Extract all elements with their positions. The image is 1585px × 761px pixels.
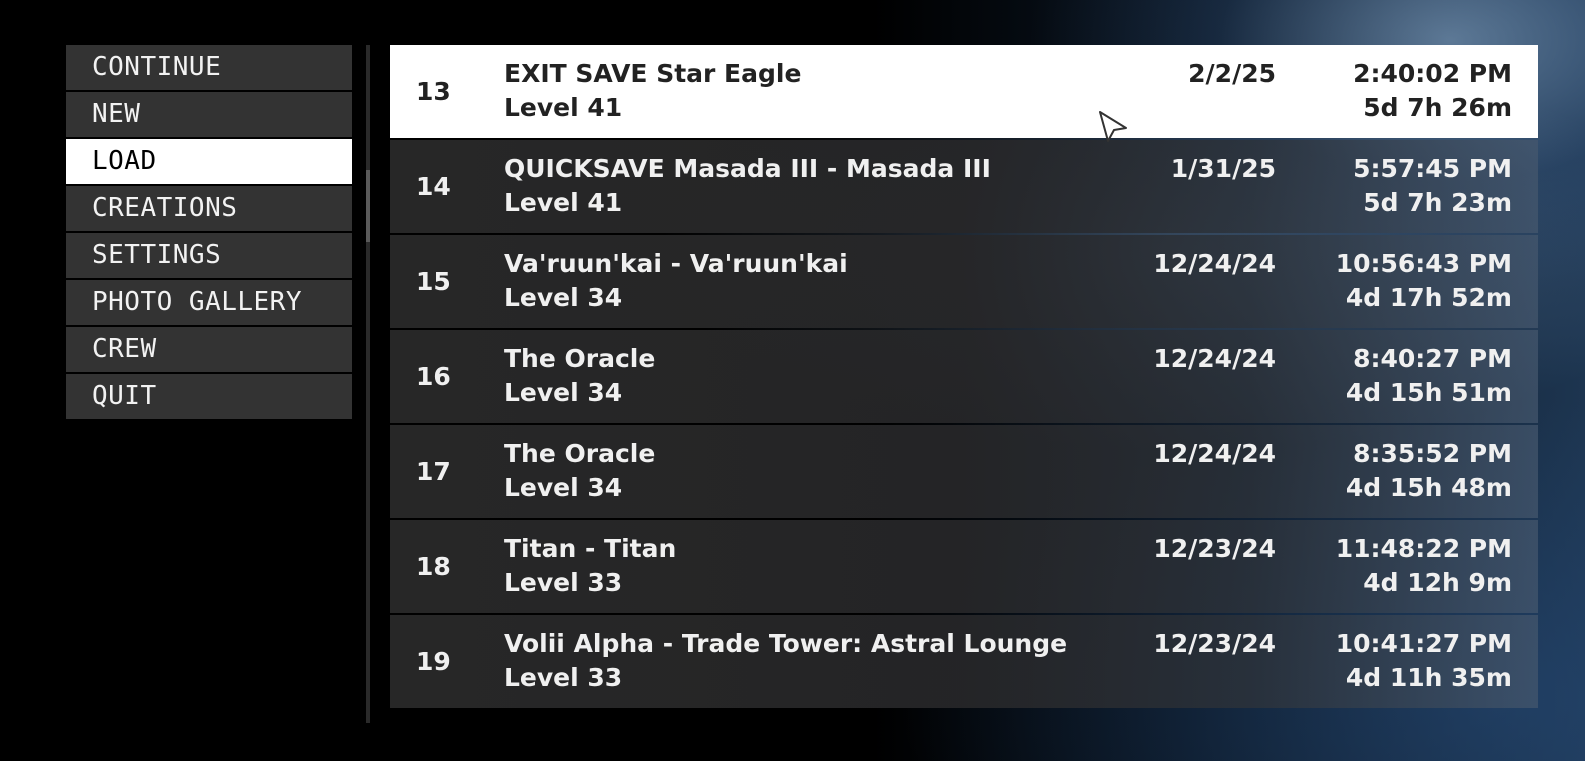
save-slot-row[interactable]: 16 The Oracle Level 34 12/24/24 8:40:27 … [390, 330, 1538, 423]
save-slot-number: 13 [416, 77, 451, 106]
save-slot-time: 2:40:02 PM [1353, 59, 1512, 88]
save-slot-name: The Oracle [504, 344, 656, 373]
save-slot-row[interactable]: 17 The Oracle Level 34 12/24/24 8:35:52 … [390, 425, 1538, 518]
save-slot-playtime: 4d 15h 51m [1345, 378, 1512, 407]
save-slot-level: Level 33 [504, 663, 623, 692]
save-slot-level: Level 34 [504, 473, 623, 502]
menu-item-crew[interactable]: CREW [66, 327, 352, 372]
save-slot-row[interactable]: 18 Titan - Titan Level 33 12/23/24 11:48… [390, 520, 1538, 613]
menu-item-quit[interactable]: QUIT [66, 374, 352, 419]
save-slot-name: EXIT SAVE Star Eagle [504, 59, 802, 88]
save-slot-playtime: 4d 17h 52m [1345, 283, 1512, 312]
save-slot-time: 5:57:45 PM [1353, 154, 1512, 183]
save-slot-row[interactable]: 13 EXIT SAVE Star Eagle Level 41 2/2/25 … [390, 45, 1538, 138]
save-slot-playtime: 4d 12h 9m [1363, 568, 1512, 597]
save-slot-name: Titan - Titan [504, 534, 677, 563]
save-slot-row[interactable]: 14 QUICKSAVE Masada III - Masada III Lev… [390, 140, 1538, 233]
menu-item-continue[interactable]: CONTINUE [66, 45, 352, 90]
menu-item-creations[interactable]: CREATIONS [66, 186, 352, 231]
save-slot-playtime: 5d 7h 23m [1363, 188, 1512, 217]
mouse-pointer-icon [1099, 111, 1127, 142]
save-slot-time: 8:35:52 PM [1353, 439, 1512, 468]
save-slot-number: 19 [416, 647, 451, 676]
save-slot-level: Level 41 [504, 188, 623, 217]
save-slot-name: Volii Alpha - Trade Tower: Astral Lounge [504, 629, 1068, 658]
save-list-scrollbar[interactable] [366, 45, 370, 723]
save-slot-number: 14 [416, 172, 451, 201]
save-slot-playtime: 4d 15h 48m [1345, 473, 1512, 502]
save-slot-time: 10:41:27 PM [1335, 629, 1512, 658]
save-slot-date: 12/23/24 [1153, 534, 1276, 563]
save-slot-level: Level 41 [504, 93, 623, 122]
save-list: 13 EXIT SAVE Star Eagle Level 41 2/2/25 … [390, 45, 1538, 710]
save-slot-date: 2/2/25 [1188, 59, 1276, 88]
save-slot-date: 12/24/24 [1153, 344, 1276, 373]
save-slot-date: 12/23/24 [1153, 629, 1276, 658]
menu-item-photo-gallery[interactable]: PHOTO GALLERY [66, 280, 352, 325]
save-slot-level: Level 34 [504, 283, 623, 312]
save-slot-name: QUICKSAVE Masada III - Masada III [504, 154, 991, 183]
save-slot-number: 16 [416, 362, 451, 391]
save-slot-level: Level 33 [504, 568, 623, 597]
save-slot-time: 11:48:22 PM [1335, 534, 1512, 563]
save-slot-playtime: 4d 11h 35m [1345, 663, 1512, 692]
menu-item-new[interactable]: NEW [66, 92, 352, 137]
menu-item-settings[interactable]: SETTINGS [66, 233, 352, 278]
save-slot-name: The Oracle [504, 439, 656, 468]
save-slot-row[interactable]: 19 Volii Alpha - Trade Tower: Astral Lou… [390, 615, 1538, 708]
save-slot-row[interactable]: 15 Va'ruun'kai - Va'ruun'kai Level 34 12… [390, 235, 1538, 328]
main-menu: CONTINUE NEW LOAD CREATIONS SETTINGS PHO… [66, 45, 352, 419]
save-slot-number: 17 [416, 457, 451, 486]
save-slot-name: Va'ruun'kai - Va'ruun'kai [504, 249, 848, 278]
menu-item-load[interactable]: LOAD [66, 139, 352, 184]
save-slot-level: Level 34 [504, 378, 623, 407]
save-slot-date: 12/24/24 [1153, 249, 1276, 278]
save-slot-number: 18 [416, 552, 451, 581]
save-slot-date: 1/31/25 [1170, 154, 1276, 183]
save-slot-playtime: 5d 7h 26m [1363, 93, 1512, 122]
save-slot-time: 8:40:27 PM [1353, 344, 1512, 373]
save-slot-number: 15 [416, 267, 451, 296]
save-slot-time: 10:56:43 PM [1335, 249, 1512, 278]
save-slot-date: 12/24/24 [1153, 439, 1276, 468]
scrollbar-thumb[interactable] [366, 170, 370, 242]
